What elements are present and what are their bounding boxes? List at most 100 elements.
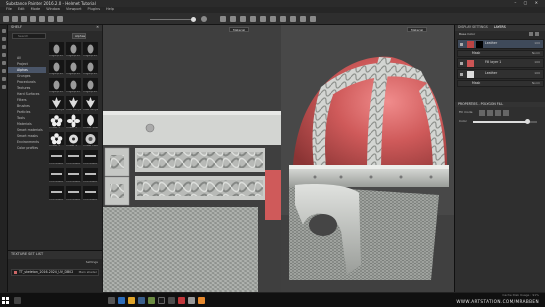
shelf-category-color-profiles[interactable]: Color profiles — [8, 145, 46, 151]
shelf-item[interactable]: Fleur de lys — [49, 96, 64, 113]
shelf-item[interactable]: Fingerprint — [49, 78, 64, 95]
add-fill-layer-icon[interactable] — [529, 32, 533, 36]
menu-window[interactable]: Window — [46, 8, 60, 12]
search-icon[interactable] — [14, 297, 21, 304]
layer-row[interactable]: Leather 100 — [457, 39, 544, 49]
layout-icon[interactable] — [260, 16, 266, 22]
menu-file[interactable]: File — [6, 8, 12, 12]
shelf-item[interactable]: Flower 4 — [66, 132, 81, 149]
tab-display-settings[interactable]: DISPLAY SETTINGS — [455, 26, 491, 29]
obs-icon[interactable] — [168, 297, 175, 304]
steam-icon[interactable] — [188, 297, 195, 304]
explorer-icon[interactable] — [128, 297, 135, 304]
layer-opacity[interactable]: 100 — [534, 61, 540, 64]
layer-opacity[interactable]: 100 — [534, 42, 540, 45]
eye-icon[interactable] — [460, 62, 463, 65]
shelf-item[interactable]: Flower Pattern — [83, 132, 98, 149]
symmetry-icon[interactable] — [201, 16, 207, 22]
camera-mode-icon[interactable] — [300, 16, 306, 22]
layer-row[interactable]: Fill layer 1 100 — [457, 58, 544, 68]
shelf-item[interactable]: Fingerprint — [66, 78, 81, 95]
shelf-item[interactable]: Fleur de lys — [83, 96, 98, 113]
shelf-item[interactable]: Fingerprint — [49, 42, 64, 59]
display-icon[interactable] — [290, 16, 296, 22]
menu-edit[interactable]: Edit — [18, 8, 25, 12]
menu-plugins[interactable]: Plugins — [87, 8, 100, 12]
shelf-item[interactable]: Font Blade — [49, 186, 64, 203]
shelf-item[interactable]: Fingerprint — [83, 42, 98, 59]
slider-knob[interactable] — [524, 119, 530, 124]
shelf-item[interactable]: Fingerprint — [83, 60, 98, 77]
fill-quad-icon[interactable] — [487, 110, 493, 116]
shelf-item[interactable]: Fingerprint — [49, 60, 64, 77]
texture-set-shader[interactable]: Main shader — [79, 271, 97, 274]
vlc-icon[interactable] — [198, 297, 205, 304]
shelf-filter-chip[interactable]: Alphas — [72, 33, 86, 39]
layer-row[interactable]: Mask Norm — [457, 50, 544, 57]
fill-triangle-icon[interactable] — [479, 110, 485, 116]
menu-viewport[interactable]: Viewport — [66, 8, 81, 12]
layer-blend-mode[interactable]: Norm — [532, 82, 540, 85]
shelf-item[interactable]: Fingerprint — [66, 42, 81, 59]
brush-icon[interactable] — [2, 29, 6, 33]
chrome-icon[interactable] — [178, 297, 185, 304]
fill-icon[interactable] — [2, 53, 6, 57]
fill-uv-chunk-icon[interactable] — [503, 110, 509, 116]
add-layer-icon[interactable] — [535, 32, 539, 36]
paint-tool-icon[interactable] — [3, 16, 9, 22]
material-picker-icon[interactable] — [2, 77, 6, 81]
smudge-icon[interactable] — [2, 61, 6, 65]
substance-painter-icon[interactable] — [158, 297, 165, 304]
camera-icon[interactable] — [220, 16, 226, 22]
view-split-icon[interactable] — [310, 16, 316, 22]
shelf-item[interactable]: Flower Stamp — [83, 114, 98, 131]
eraser-tool-icon[interactable] — [12, 16, 18, 22]
shelf-item[interactable]: Font Blade — [83, 150, 98, 167]
shelf-item[interactable]: Flower 3 — [49, 132, 64, 149]
shelf-item[interactable]: Font Blade — [83, 186, 98, 203]
edge-icon[interactable] — [118, 297, 125, 304]
tab-layers[interactable]: LAYERS — [491, 26, 509, 29]
app-icon[interactable] — [148, 297, 155, 304]
shelf-item[interactable]: Fleur de lys — [66, 96, 81, 113]
menu-help[interactable]: Help — [106, 8, 114, 12]
menu-mode[interactable]: Mode — [31, 8, 41, 12]
layer-row[interactable]: Mask Norm — [457, 80, 544, 87]
picker-tool-icon[interactable] — [57, 16, 63, 22]
shelf-item[interactable]: Flower 2 — [66, 114, 81, 131]
eye-icon[interactable] — [460, 43, 463, 46]
shelf-item[interactable]: Font Blade — [66, 168, 81, 185]
grid-icon[interactable] — [250, 16, 256, 22]
history-icon[interactable] — [2, 85, 6, 89]
render-icon[interactable] — [230, 16, 236, 22]
viewport-3d-mode-select[interactable]: Material — [407, 27, 428, 32]
polygon-fill-icon[interactable] — [30, 16, 36, 22]
layer-channel-select[interactable]: Base Color — [459, 33, 475, 36]
shelf-close-icon[interactable]: ✕ — [96, 26, 99, 30]
clone-icon[interactable] — [2, 69, 6, 73]
shelf-item[interactable]: Fingerprint — [66, 60, 81, 77]
eye-icon[interactable] — [460, 73, 463, 76]
layer-row[interactable]: Leather 100 — [457, 69, 544, 79]
brush-size-slider[interactable] — [150, 19, 194, 20]
clone-tool-icon[interactable] — [48, 16, 54, 22]
window-controls[interactable]: – ▢ ✕ — [514, 1, 541, 5]
shelf-item[interactable]: Font Blade — [83, 168, 98, 185]
task-view-icon[interactable] — [108, 297, 115, 304]
shelf-item[interactable]: Font Blade — [66, 186, 81, 203]
viewport-2d-mode-select[interactable]: Material — [229, 27, 250, 32]
lock-icon[interactable] — [280, 16, 286, 22]
smudge-tool-icon[interactable] — [39, 16, 45, 22]
layer-blend-mode[interactable]: Norm — [532, 52, 540, 55]
layer-opacity[interactable]: 100 — [534, 72, 540, 75]
viewport-2d[interactable]: Material — [103, 25, 281, 292]
shelf-item[interactable]: Font Blade — [49, 150, 64, 167]
eraser-icon[interactable] — [2, 37, 6, 41]
store-icon[interactable] — [138, 297, 145, 304]
windows-start-icon[interactable] — [2, 297, 9, 304]
export-icon[interactable] — [240, 16, 246, 22]
shelf-item[interactable]: Fingerprint — [83, 78, 98, 95]
texture-set-settings-button[interactable]: Settings — [86, 261, 98, 264]
settings-icon[interactable] — [270, 16, 276, 22]
fill-object-icon[interactable] — [495, 110, 501, 116]
